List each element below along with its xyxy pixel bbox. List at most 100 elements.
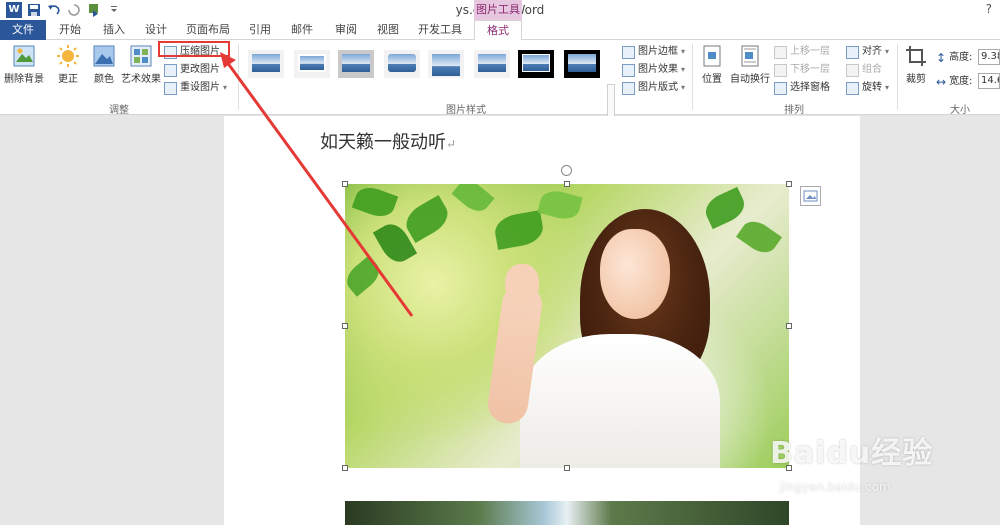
tab-home[interactable]: 开始 — [52, 20, 88, 40]
resize-handle-sw[interactable] — [342, 465, 348, 471]
baidu-watermark: Baidu经验 jingyan.baidu.com — [770, 418, 1000, 508]
compress-highlight-box — [158, 41, 230, 57]
wrap-text-button[interactable]: 自动换行 — [728, 44, 772, 85]
resize-handle-nw[interactable] — [342, 181, 348, 187]
rotate-icon — [846, 81, 859, 95]
rotate-label: 旋转 — [862, 82, 882, 93]
height-icon: ↕ — [936, 51, 947, 65]
leaf-shape — [537, 187, 583, 223]
remove-background-icon — [12, 44, 36, 68]
leaf-shape — [400, 195, 454, 243]
height-label: 高度: — [949, 52, 973, 63]
picture-style-thumb[interactable] — [474, 50, 510, 78]
leaf-shape — [345, 255, 385, 297]
color-icon — [92, 44, 116, 68]
picture-effects-button[interactable]: 图片效果 ▾ — [622, 62, 685, 78]
position-button[interactable]: 位置 — [694, 44, 730, 85]
wrap-text-icon — [738, 44, 762, 68]
send-backward-label: 下移一层 — [790, 64, 830, 75]
remove-background-label: 删除背景 — [4, 74, 44, 85]
group-button[interactable]: 组合 — [846, 62, 882, 78]
tab-file[interactable]: 文件 — [0, 20, 46, 40]
crop-button[interactable]: 裁剪 — [898, 44, 934, 85]
tab-review[interactable]: 审阅 — [328, 20, 364, 40]
picture-layout-label: 图片版式 — [638, 82, 678, 93]
tab-view[interactable]: 视图 — [370, 20, 406, 40]
reset-picture-button[interactable]: 重设图片 ▾ — [164, 80, 227, 96]
title-bar: W ys.docx - Word 图片工具 ? — [0, 0, 1000, 20]
reset-picture-icon — [164, 81, 177, 95]
width-field[interactable]: 14.6 — [978, 73, 1000, 89]
artistic-effects-label: 艺术效果 — [121, 74, 161, 85]
chevron-down-icon: ▾ — [681, 65, 686, 74]
tab-design[interactable]: 设计 — [138, 20, 174, 40]
chevron-down-icon: ▾ — [681, 83, 686, 92]
send-backward-button[interactable]: 下移一层 — [774, 62, 830, 78]
position-label: 位置 — [702, 74, 722, 85]
change-picture-button[interactable]: 更改图片 — [164, 62, 220, 78]
second-picture[interactable] — [345, 501, 789, 525]
picture-style-thumb[interactable] — [518, 50, 554, 78]
bring-forward-button[interactable]: 上移一层 — [774, 44, 830, 60]
picture-border-button[interactable]: 图片边框 ▾ — [622, 44, 685, 60]
corrections-label: 更正 — [58, 74, 78, 85]
tab-insert[interactable]: 插入 — [96, 20, 132, 40]
remove-background-button[interactable]: 删除背景 — [0, 44, 48, 85]
rotate-handle[interactable] — [561, 165, 572, 176]
help-button[interactable]: ? — [986, 2, 992, 16]
resize-handle-s[interactable] — [564, 465, 570, 471]
girl-hand-shape — [505, 264, 539, 304]
leaf-shape — [351, 184, 399, 222]
picture-style-thumb[interactable] — [428, 50, 464, 78]
bring-forward-label: 上移一层 — [790, 46, 830, 57]
change-picture-icon — [164, 63, 177, 77]
group-label: 组合 — [862, 64, 882, 75]
height-field[interactable]: 9.38 — [978, 49, 1000, 65]
picture-layout-button[interactable]: 图片版式 ▾ — [622, 80, 685, 96]
picture-style-thumb[interactable] — [564, 50, 600, 78]
group-separator — [692, 44, 693, 110]
selection-pane-icon — [774, 81, 787, 95]
sun-icon — [56, 44, 80, 68]
tab-developer[interactable]: 开发工具 — [414, 20, 466, 40]
resize-handle-w[interactable] — [342, 323, 348, 329]
picture-styles-gallery — [246, 46, 606, 98]
tab-page-layout[interactable]: 页面布局 — [182, 20, 234, 40]
word-window: W ys.docx - Word 图片工具 ? 文件 开始 插入 设计 页面 — [0, 0, 1000, 525]
tab-format[interactable]: 格式 — [474, 20, 522, 41]
corrections-button[interactable]: 更正 — [48, 44, 88, 85]
tab-mailings[interactable]: 邮件 — [284, 20, 320, 40]
chevron-down-icon: ▾ — [885, 47, 890, 56]
picture-style-thumb[interactable] — [338, 50, 374, 78]
bring-forward-icon — [774, 45, 787, 59]
size-group-label: 大小 — [950, 105, 970, 116]
align-button[interactable]: 对齐 ▾ — [846, 44, 889, 60]
send-backward-icon — [774, 63, 787, 77]
selected-picture[interactable] — [345, 184, 789, 468]
picture-effects-icon — [622, 63, 635, 77]
arrange-group-label: 排列 — [784, 105, 804, 116]
picture-style-thumb[interactable] — [248, 50, 284, 78]
layout-options-button[interactable] — [800, 186, 821, 206]
width-label-row: ↔ 宽度: — [936, 74, 972, 90]
tab-references[interactable]: 引用 — [242, 20, 278, 40]
picture-style-thumb[interactable] — [294, 50, 330, 78]
leaf-shape — [700, 186, 750, 230]
adjust-group-label: 调整 — [109, 105, 129, 116]
group-separator — [238, 44, 239, 110]
resize-handle-n[interactable] — [564, 181, 570, 187]
height-label-row: ↕ 高度: — [936, 50, 972, 66]
selection-pane-button[interactable]: 选择窗格 — [774, 80, 830, 96]
align-label: 对齐 — [862, 46, 882, 57]
resize-handle-e[interactable] — [786, 323, 792, 329]
width-label: 宽度: — [949, 76, 973, 87]
rotate-button[interactable]: 旋转 ▾ — [846, 80, 889, 96]
resize-handle-ne[interactable] — [786, 181, 792, 187]
artistic-effects-icon — [129, 44, 153, 68]
watermark-main-text: Baidu经验 — [770, 436, 934, 471]
color-label: 颜色 — [94, 74, 114, 85]
picture-border-label: 图片边框 — [638, 46, 678, 57]
chevron-down-icon: ▾ — [885, 83, 890, 92]
picture-style-thumb[interactable] — [384, 50, 420, 78]
document-heading[interactable]: 如天籁一般动听↵ — [320, 128, 456, 154]
